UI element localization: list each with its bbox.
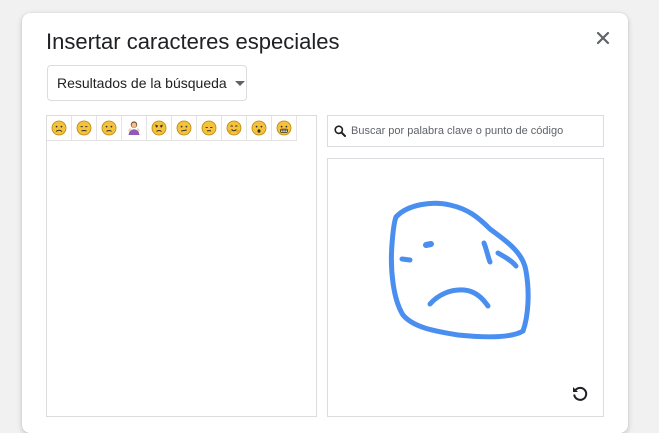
emoji-hugging-face[interactable] — [222, 116, 247, 141]
drawing-stroke-right-cheek — [495, 250, 519, 269]
search-results-grid — [46, 115, 317, 417]
drawing-stroke-mouth — [427, 287, 491, 309]
emoji-frowning-face[interactable] — [47, 116, 72, 141]
search-input[interactable] — [351, 125, 596, 137]
slightly-frowning-face-icon — [101, 120, 117, 136]
emoji-pensive-face[interactable] — [197, 116, 222, 141]
unamused-face-icon — [76, 120, 92, 136]
confused-face-icon — [176, 120, 192, 136]
close-button[interactable] — [588, 23, 618, 53]
emoji-angry-face[interactable] — [147, 116, 172, 141]
drawing-stroke-left-cheek — [399, 256, 413, 263]
close-icon — [596, 31, 610, 45]
emoji-slightly-frowning-face[interactable] — [97, 116, 122, 141]
emoji-row — [47, 116, 297, 141]
reset-drawing-button[interactable] — [568, 381, 592, 405]
category-dropdown-label: Resultados de la búsqueda — [57, 75, 227, 91]
chevron-down-icon — [234, 80, 245, 86]
dialog-title: Insertar caracteres especiales — [46, 29, 340, 54]
drawing-canvas[interactable] — [327, 158, 604, 417]
reset-icon — [573, 386, 588, 401]
category-dropdown[interactable]: Resultados de la búsqueda — [47, 65, 247, 101]
emoji-astonished-face[interactable] — [247, 116, 272, 141]
drawing-stroke-left-eye — [423, 241, 434, 248]
search-icon — [334, 125, 346, 137]
emoji-unamused-face[interactable] — [72, 116, 97, 141]
search-box[interactable] — [327, 115, 604, 147]
angry-face-icon — [151, 120, 167, 136]
hugging-face-icon — [226, 120, 242, 136]
drawing-stroke-right-eye — [481, 240, 493, 265]
emoji-grimacing-face[interactable] — [272, 116, 297, 141]
drawing-stroke-head — [388, 200, 531, 340]
emoji-confused-face[interactable] — [172, 116, 197, 141]
insert-special-characters-dialog: Insertar caracteres especiales Resultado… — [22, 13, 628, 433]
grimacing-face-icon — [276, 120, 292, 136]
woman-shrugging-icon — [128, 121, 140, 135]
astonished-face-icon — [251, 120, 267, 136]
emoji-woman-shrugging[interactable] — [122, 116, 147, 141]
handwritten-drawing — [388, 200, 531, 340]
frowning-face-icon — [51, 120, 67, 136]
pensive-face-icon — [201, 120, 217, 136]
